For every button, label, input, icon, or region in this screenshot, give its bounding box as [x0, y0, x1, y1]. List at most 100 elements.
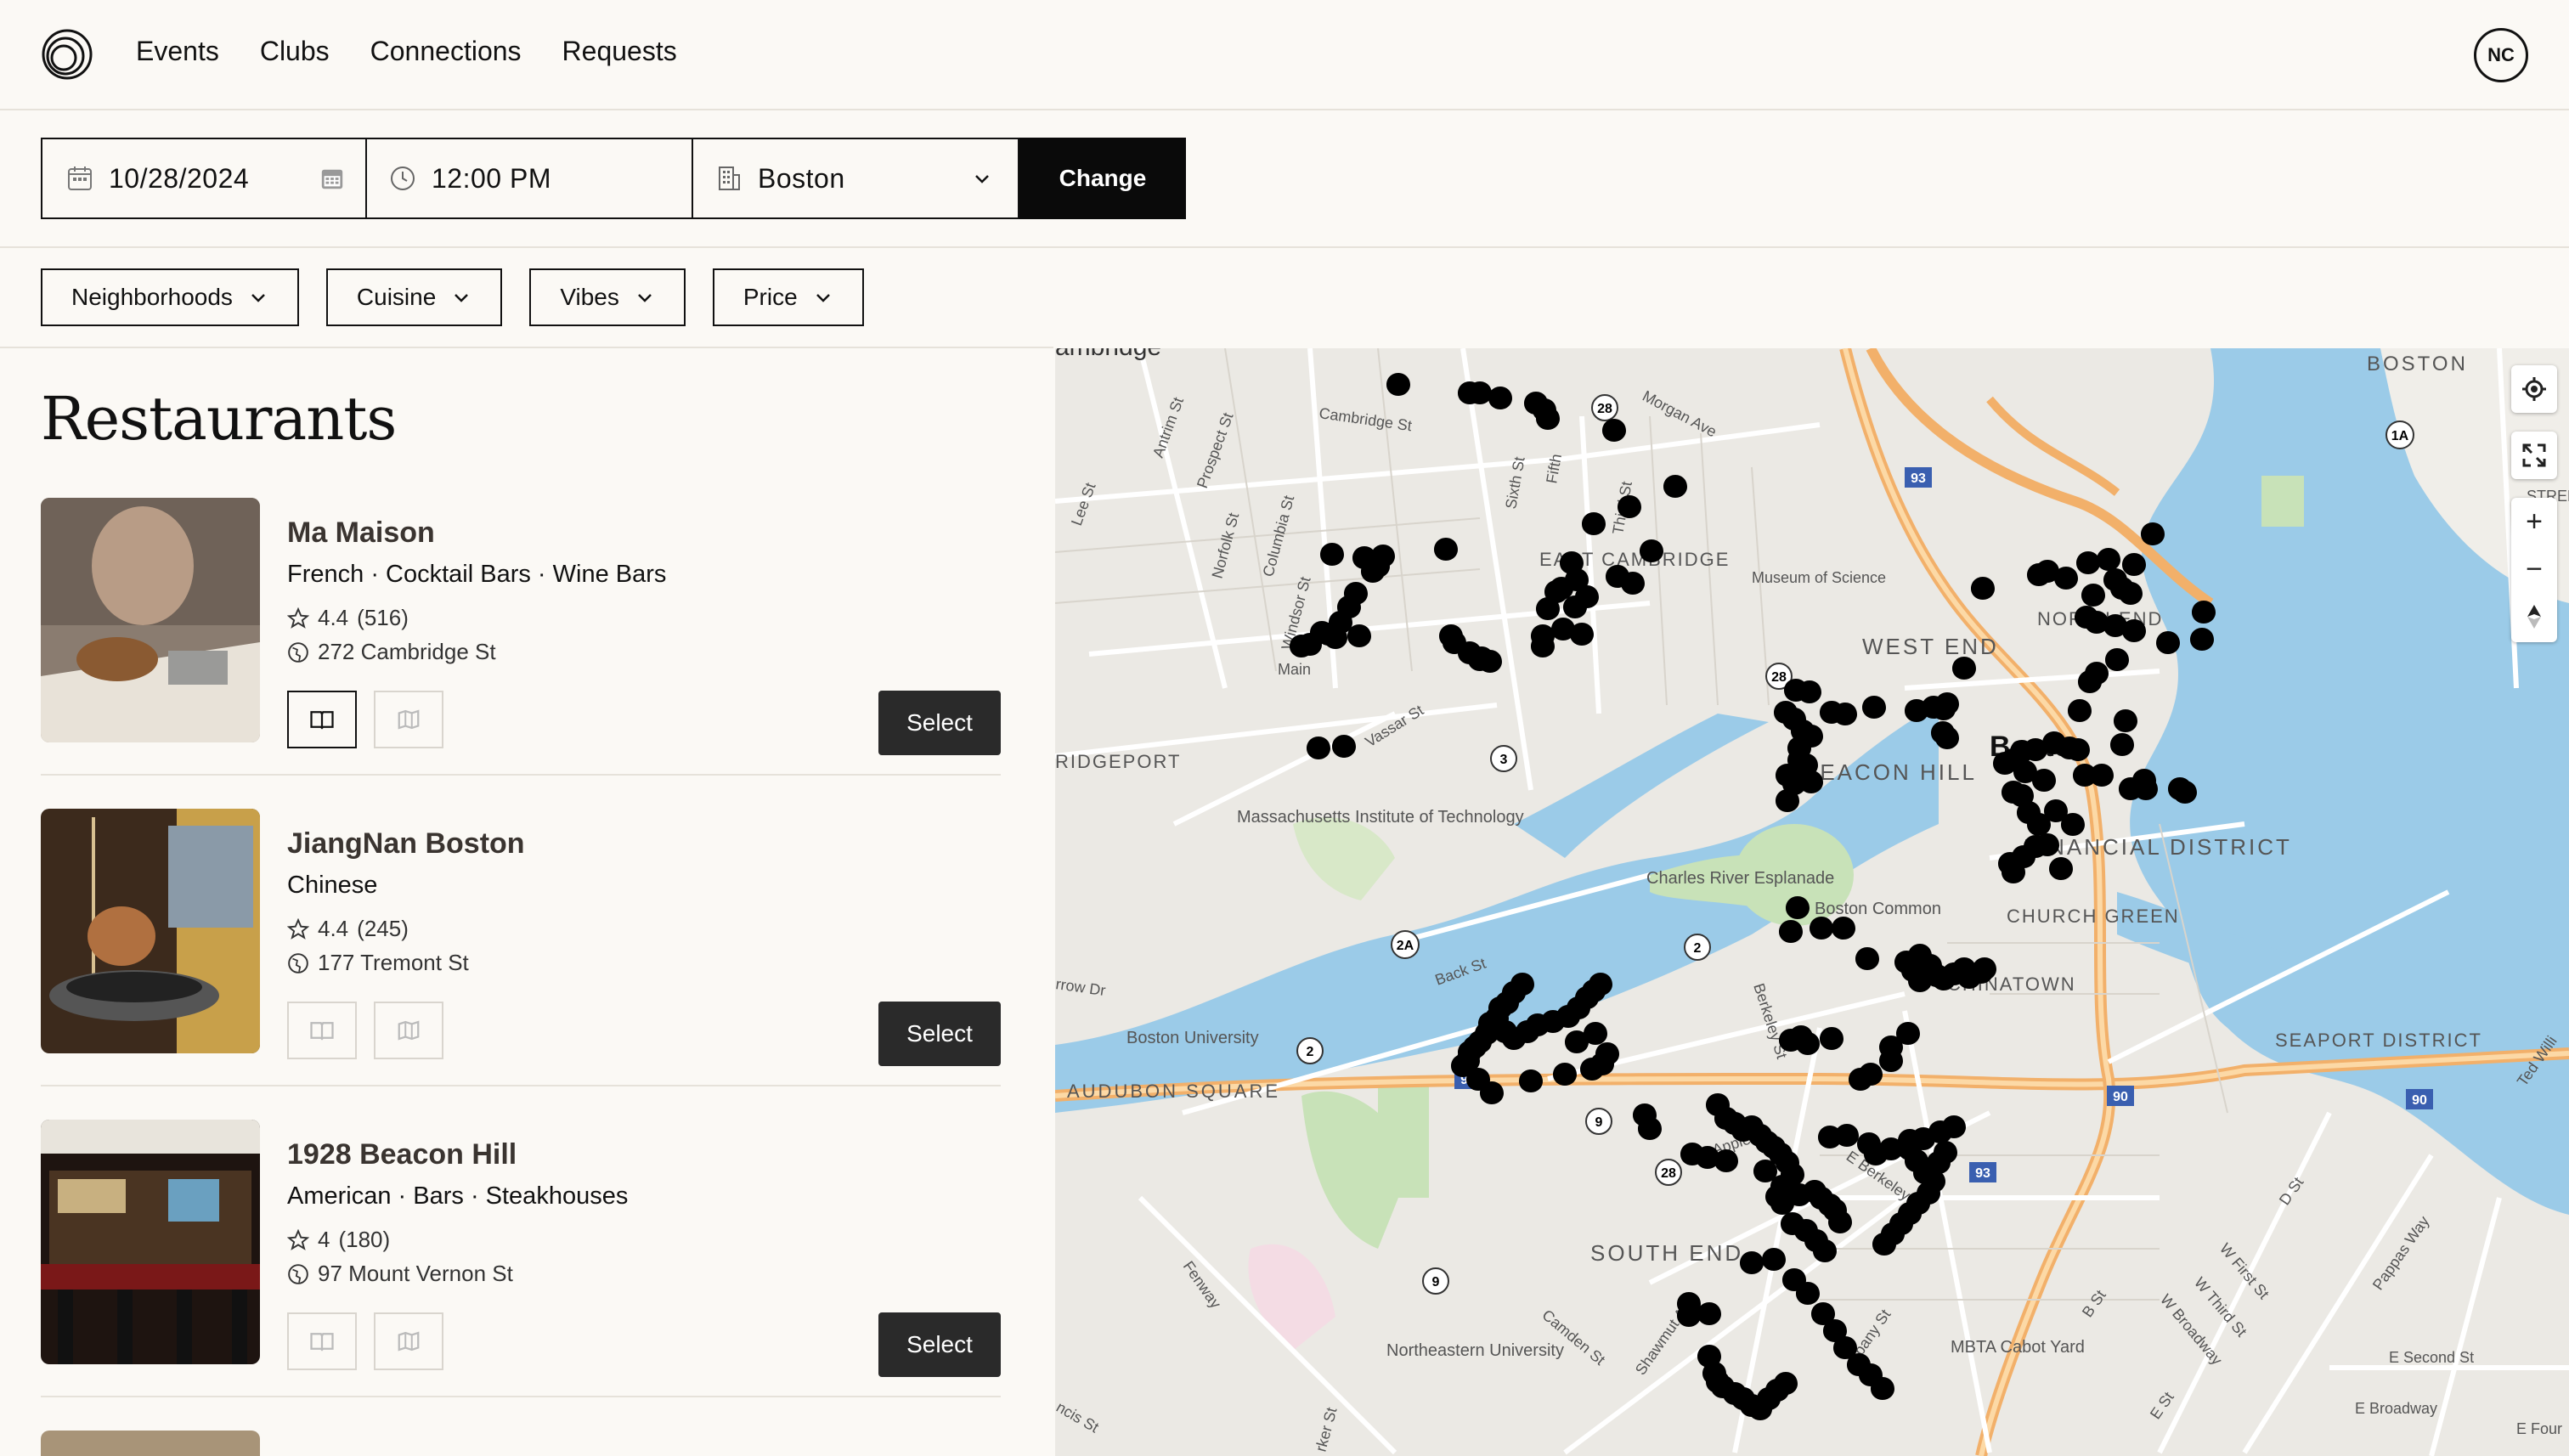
restaurant-marker[interactable] — [1582, 512, 1606, 535]
restaurant-marker[interactable] — [1828, 1211, 1852, 1233]
restaurant-marker[interactable] — [1307, 736, 1330, 759]
restaurant-marker[interactable] — [2002, 861, 2025, 883]
restaurant-marker[interactable] — [2173, 781, 2197, 804]
restaurant-marker[interactable] — [2054, 567, 2078, 590]
restaurant-name[interactable]: JiangNan Boston — [287, 827, 525, 861]
restaurant-photo[interactable] — [41, 809, 260, 1053]
restaurant-marker[interactable] — [1638, 1117, 1662, 1140]
restaurant-marker[interactable] — [1871, 1377, 1894, 1400]
map-view-button[interactable] — [374, 1002, 443, 1059]
restaurant-marker[interactable] — [1935, 726, 1959, 749]
nav-events[interactable]: Events — [136, 36, 219, 67]
locate-button[interactable] — [2511, 365, 2557, 413]
compass-icon[interactable] — [2511, 593, 2557, 641]
restaurant-marker[interactable] — [1859, 1063, 1883, 1086]
restaurant-marker[interactable] — [1935, 692, 1959, 715]
change-button[interactable]: Change — [1019, 138, 1186, 219]
restaurant-marker[interactable] — [2156, 631, 2180, 654]
restaurant-marker[interactable] — [1468, 381, 1492, 404]
restaurant-marker[interactable] — [2090, 764, 2114, 787]
restaurant-marker[interactable] — [2066, 738, 2090, 761]
restaurant-photo[interactable] — [41, 1120, 260, 1364]
restaurant-marker[interactable] — [1969, 961, 1993, 984]
restaurant-marker[interactable] — [2061, 813, 2085, 836]
restaurant-marker[interactable] — [1602, 419, 1626, 442]
restaurant-marker[interactable] — [1480, 1081, 1504, 1104]
restaurant-marker[interactable] — [1786, 896, 1810, 919]
restaurant-marker[interactable] — [2076, 551, 2100, 574]
restaurant-marker[interactable] — [1862, 696, 1886, 719]
restaurant-marker[interactable] — [1770, 1192, 1794, 1215]
nav-connections[interactable]: Connections — [370, 36, 522, 67]
restaurant-marker[interactable] — [1855, 947, 1879, 970]
restaurant-photo[interactable] — [41, 1431, 260, 1456]
restaurant-marker[interactable] — [1971, 577, 1995, 600]
restaurant-marker[interactable] — [1872, 1233, 1896, 1256]
restaurant-marker[interactable] — [2035, 833, 2059, 856]
avatar[interactable]: NC — [2474, 28, 2528, 82]
restaurant-marker[interactable] — [1470, 646, 1493, 669]
restaurant-marker[interactable] — [1290, 635, 1313, 657]
restaurant-marker[interactable] — [1762, 1248, 1786, 1271]
restaurant-marker[interactable] — [1536, 597, 1560, 620]
nav-clubs[interactable]: Clubs — [260, 36, 330, 67]
restaurant-marker[interactable] — [1879, 1049, 1903, 1072]
restaurant-marker[interactable] — [1896, 1022, 1920, 1045]
select-button[interactable]: Select — [878, 1002, 1001, 1066]
restaurant-marker[interactable] — [2132, 769, 2156, 792]
filter-neighborhoods[interactable]: Neighborhoods — [41, 268, 299, 326]
restaurant-marker[interactable] — [1553, 1063, 1577, 1086]
restaurant-map[interactable]: ambridge BOSTON EAST CAMBRIDGE Museum of… — [1055, 348, 2569, 1456]
restaurant-marker[interactable] — [1942, 1115, 1966, 1138]
restaurant-marker[interactable] — [1677, 1304, 1701, 1327]
restaurant-marker[interactable] — [1618, 495, 1641, 518]
restaurant-marker[interactable] — [1589, 973, 1612, 996]
restaurant-marker[interactable] — [2068, 699, 2092, 722]
restaurant-marker[interactable] — [2119, 582, 2143, 605]
calendar-picker-icon[interactable] — [319, 166, 345, 191]
restaurant-name[interactable]: 1928 Beacon Hill — [287, 1138, 517, 1171]
restaurant-marker[interactable] — [1621, 572, 1645, 595]
filter-price[interactable]: Price — [712, 268, 864, 326]
restaurant-marker[interactable] — [1519, 1069, 1543, 1092]
restaurant-marker[interactable] — [2097, 548, 2120, 571]
restaurant-marker[interactable] — [1753, 1160, 1777, 1182]
restaurant-marker[interactable] — [1386, 373, 1410, 396]
restaurant-card[interactable]: 1928 Beacon Hill American · Bars · Steak… — [41, 1120, 1001, 1397]
select-button[interactable]: Select — [878, 691, 1001, 755]
restaurant-marker[interactable] — [1779, 920, 1803, 943]
map-canvas[interactable]: ambridge BOSTON EAST CAMBRIDGE Museum of… — [1055, 348, 2569, 1456]
restaurant-marker[interactable] — [1332, 735, 1356, 758]
restaurant-marker[interactable] — [1835, 1124, 1859, 1147]
restaurant-marker[interactable] — [1570, 623, 1594, 646]
restaurant-marker[interactable] — [1563, 595, 1587, 618]
restaurant-marker[interactable] — [1531, 635, 1555, 657]
restaurant-marker[interactable] — [2192, 601, 2216, 624]
restaurant-marker[interactable] — [1663, 475, 1687, 498]
restaurant-marker[interactable] — [2105, 648, 2129, 671]
nav-requests[interactable]: Requests — [562, 36, 677, 67]
restaurant-marker[interactable] — [1347, 624, 1371, 647]
restaurant-marker[interactable] — [1810, 917, 1833, 940]
restaurant-marker[interactable] — [1799, 770, 1823, 793]
restaurant-marker[interactable] — [1796, 1032, 1820, 1055]
fullscreen-button[interactable] — [2511, 432, 2557, 479]
restaurant-marker[interactable] — [1833, 703, 1857, 725]
restaurant-marker[interactable] — [2114, 709, 2137, 732]
restaurant-marker[interactable] — [1798, 680, 1821, 703]
menu-button[interactable] — [287, 1002, 357, 1059]
map-view-button[interactable] — [374, 691, 443, 748]
select-button[interactable]: Select — [878, 1312, 1001, 1377]
restaurant-marker[interactable] — [1908, 969, 1932, 992]
restaurant-marker[interactable] — [1488, 387, 1512, 409]
filter-vibes[interactable]: Vibes — [529, 268, 686, 326]
restaurant-marker[interactable] — [1740, 1251, 1764, 1274]
restaurant-marker[interactable] — [1820, 1027, 1843, 1050]
restaurant-marker[interactable] — [1697, 1302, 1721, 1325]
restaurant-marker[interactable] — [2141, 522, 2165, 545]
restaurant-marker[interactable] — [1320, 543, 1344, 566]
restaurant-marker[interactable] — [2032, 769, 2056, 792]
filter-cuisine[interactable]: Cuisine — [325, 268, 503, 326]
restaurant-marker[interactable] — [2110, 733, 2134, 756]
restaurant-card[interactable]: Ma Maison French · Cocktail Bars · Wine … — [41, 498, 1001, 776]
